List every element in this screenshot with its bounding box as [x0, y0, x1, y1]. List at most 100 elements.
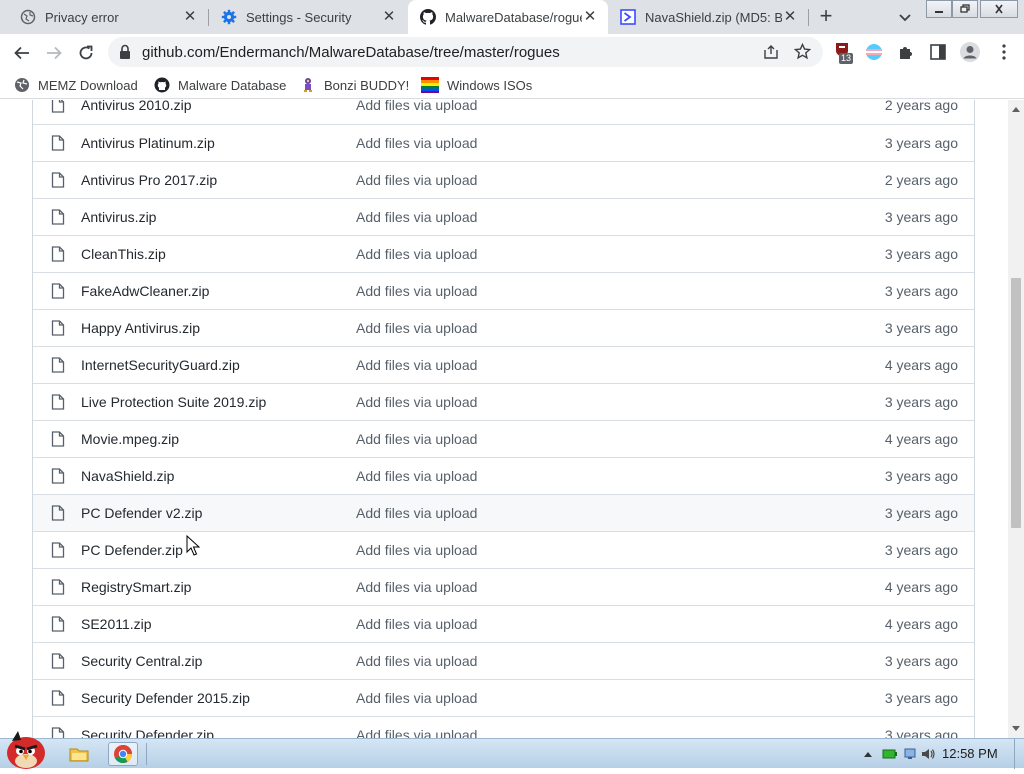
file-row[interactable]: Security Central.zip Add files via upload…	[33, 642, 974, 679]
commit-message-link[interactable]: Add files via upload	[356, 653, 477, 669]
file-name-link[interactable]: CleanThis.zip	[81, 246, 166, 262]
commit-message-link[interactable]: Add files via upload	[356, 283, 477, 299]
commit-message-link[interactable]: Add files via upload	[356, 246, 477, 262]
commit-message-link[interactable]: Add files via upload	[356, 135, 477, 151]
commit-message-link[interactable]: Add files via upload	[356, 579, 477, 595]
vertical-scrollbar[interactable]	[1008, 100, 1024, 738]
file-row[interactable]: NavaShield.zip Add files via upload 3 year…	[33, 457, 974, 494]
taskbar-clock[interactable]: 12:58 PM	[942, 746, 998, 761]
file-name-link[interactable]: Antivirus 2010.zip	[81, 100, 192, 113]
profile-avatar-icon[interactable]	[958, 40, 982, 64]
taskbar-chrome-icon[interactable]	[108, 742, 138, 766]
reload-button[interactable]	[72, 39, 100, 67]
commit-message-link[interactable]: Add files via upload	[356, 542, 477, 558]
tab-navashield-virustotal[interactable]: NavaShield.zip (MD5: B ✕	[608, 0, 808, 34]
bookmark-windows-isos[interactable]: Windows ISOs	[421, 75, 532, 95]
commit-message-link[interactable]: Add files via upload	[356, 431, 477, 447]
file-row[interactable]: RegistrySmart.zip Add files via upload 4 y…	[33, 568, 974, 605]
file-row[interactable]: Antivirus 2010.zip Add files via upload 2 …	[33, 100, 974, 124]
show-hidden-icons-arrow-icon[interactable]	[860, 746, 876, 762]
file-row[interactable]: PC Defender.zip Add files via upload 3 yea…	[33, 531, 974, 568]
commit-message-link[interactable]: Add files via upload	[356, 320, 477, 336]
file-row[interactable]: Security Defender 2015.zip Add files via …	[33, 679, 974, 716]
maximize-button[interactable]	[952, 0, 978, 18]
close-tab-icon[interactable]: ✕	[582, 9, 598, 25]
file-row[interactable]: InternetSecurityGuard.zip Add files via u…	[33, 346, 974, 383]
file-row[interactable]: Security Defender.zip Add files via uploa…	[33, 716, 974, 738]
file-name-link[interactable]: RegistrySmart.zip	[81, 579, 191, 595]
file-row[interactable]: SE2011.zip Add files via upload 4 years ag…	[33, 605, 974, 642]
commit-message-link[interactable]: Add files via upload	[356, 209, 477, 225]
close-tab-icon[interactable]: ✕	[782, 9, 798, 25]
commit-message-link[interactable]: Add files via upload	[356, 172, 477, 188]
address-bar[interactable]: github.com/Endermanch/MalwareDatabase/tr…	[108, 37, 823, 67]
file-row[interactable]: Antivirus Pro 2017.zip Add files via uplo…	[33, 161, 974, 198]
file-name-link[interactable]: Security Defender 2015.zip	[81, 690, 250, 706]
tab-search-chevron-icon[interactable]	[896, 8, 914, 26]
file-name-link[interactable]: PC Defender.zip	[81, 542, 183, 558]
minimize-button[interactable]	[926, 0, 952, 18]
new-tab-button[interactable]: +	[814, 5, 838, 29]
commit-message-link[interactable]: Add files via upload	[356, 357, 477, 373]
scroll-down-arrow-icon[interactable]	[1012, 726, 1020, 731]
file-name-link[interactable]: PC Defender v2.zip	[81, 505, 202, 521]
file-row[interactable]: Happy Antivirus.zip Add files via upload 3…	[33, 309, 974, 346]
scrollbar-thumb[interactable]	[1011, 278, 1021, 528]
bookmark-bonzi-buddy[interactable]: Bonzi BUDDY!	[300, 75, 409, 95]
tab-privacy-error[interactable]: Privacy error ✕	[8, 0, 208, 34]
file-row[interactable]: Antivirus.zip Add files via upload 3 years…	[33, 198, 974, 235]
extension-pride-icon[interactable]	[864, 42, 884, 62]
file-name-link[interactable]: Movie.mpeg.zip	[81, 431, 179, 447]
file-name-link[interactable]: Antivirus Platinum.zip	[81, 135, 215, 151]
bookmark-malware-database[interactable]: Malware Database	[154, 75, 286, 95]
commit-message-link[interactable]: Add files via upload	[356, 727, 477, 738]
extension-shield-icon[interactable]: 13	[834, 42, 854, 64]
volume-icon[interactable]	[920, 746, 936, 762]
commit-message-link[interactable]: Add files via upload	[356, 690, 477, 706]
commit-message-link[interactable]: Add files via upload	[356, 394, 477, 410]
close-tab-icon[interactable]: ✕	[182, 9, 198, 25]
back-button[interactable]	[8, 39, 36, 67]
tab-settings-security[interactable]: Settings - Security ✕	[209, 0, 407, 34]
file-name-link[interactable]: Security Central.zip	[81, 653, 202, 669]
file-name-link[interactable]: Antivirus.zip	[81, 209, 156, 225]
file-row[interactable]: Live Protection Suite 2019.zip Add files …	[33, 383, 974, 420]
show-desktop-button[interactable]	[1014, 739, 1024, 769]
commit-message-link[interactable]: Add files via upload	[356, 468, 477, 484]
file-icon	[51, 468, 65, 484]
tab-label: MalwareDatabase/rogues	[445, 9, 582, 25]
file-name-link[interactable]: InternetSecurityGuard.zip	[81, 357, 240, 373]
bookmark-memz-download[interactable]: MEMZ Download	[14, 75, 138, 95]
file-name-link[interactable]: Happy Antivirus.zip	[81, 320, 200, 336]
extensions-puzzle-icon[interactable]	[896, 42, 916, 62]
commit-message-link[interactable]: Add files via upload	[356, 616, 477, 632]
file-name-link[interactable]: FakeAdwCleaner.zip	[81, 283, 209, 299]
close-tab-icon[interactable]: ✕	[381, 9, 397, 25]
commit-age: 3 years ago	[884, 505, 958, 521]
file-row[interactable]: FakeAdwCleaner.zip Add files via upload 3 …	[33, 272, 974, 309]
close-window-button[interactable]	[980, 0, 1018, 18]
bookmark-star-icon[interactable]	[793, 42, 812, 65]
file-row[interactable]: CleanThis.zip Add files via upload 3 years…	[33, 235, 974, 272]
file-explorer-icon[interactable]	[66, 742, 92, 766]
tab-malware-database[interactable]: MalwareDatabase/rogues ✕	[408, 0, 608, 34]
start-button-angry-bird-icon[interactable]	[2, 729, 50, 769]
file-name-link[interactable]: Antivirus Pro 2017.zip	[81, 172, 217, 188]
menu-kebab-icon[interactable]	[994, 42, 1014, 62]
scroll-up-arrow-icon[interactable]	[1012, 107, 1020, 112]
forward-button[interactable]	[40, 39, 68, 67]
commit-message-link[interactable]: Add files via upload	[356, 100, 477, 113]
file-name-link[interactable]: NavaShield.zip	[81, 468, 174, 484]
file-row[interactable]: PC Defender v2.zip Add files via upload 3 …	[33, 494, 974, 531]
file-name-link[interactable]: SE2011.zip	[81, 616, 152, 632]
side-panel-icon[interactable]	[928, 42, 948, 62]
file-name-link[interactable]: Live Protection Suite 2019.zip	[81, 394, 266, 410]
file-row[interactable]: Movie.mpeg.zip Add files via upload 4 year…	[33, 420, 974, 457]
share-icon[interactable]	[763, 44, 779, 65]
commit-message-link[interactable]: Add files via upload	[356, 505, 477, 521]
lock-icon[interactable]	[118, 44, 132, 65]
battery-icon[interactable]	[882, 746, 898, 762]
file-name-link[interactable]: Security Defender.zip	[81, 727, 214, 738]
network-icon[interactable]	[902, 746, 918, 762]
file-row[interactable]: Antivirus Platinum.zip Add files via uplo…	[33, 124, 974, 161]
